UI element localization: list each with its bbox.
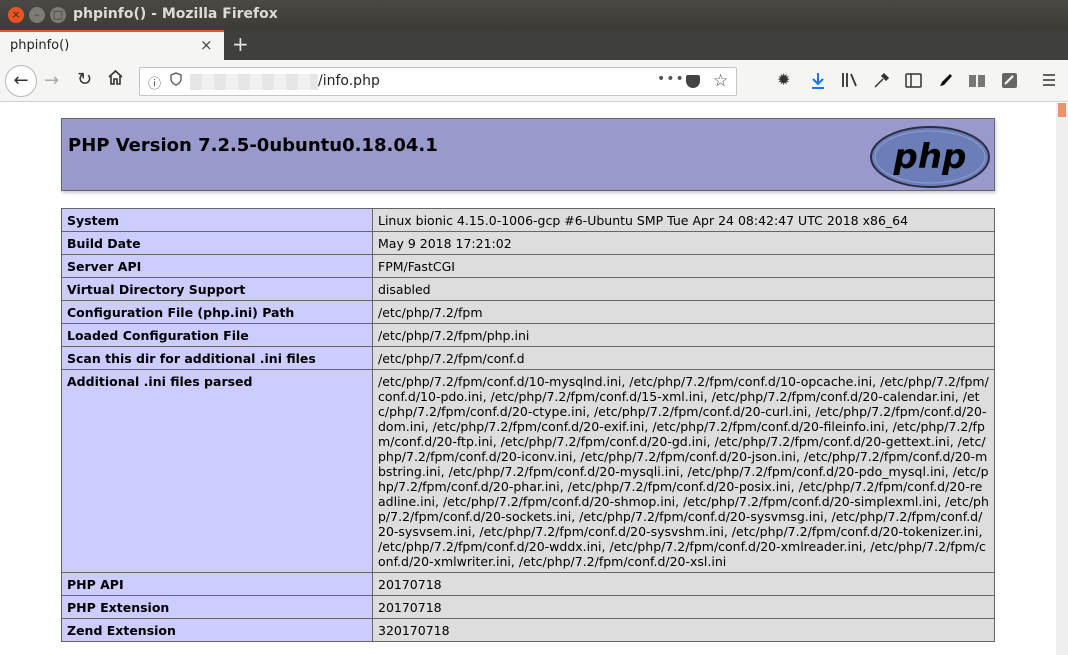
row-key: Zend Extension: [61, 618, 373, 642]
back-arrow-icon: ←: [13, 70, 29, 91]
sidebar-icon[interactable]: [905, 73, 922, 88]
vertical-scrollbar[interactable]: [1056, 103, 1068, 655]
new-tab-button[interactable]: +: [232, 32, 249, 56]
table-row: Additional .ini files parsed/etc/php/7.2…: [61, 369, 995, 573]
row-key: Virtual Directory Support: [61, 277, 373, 301]
table-row: Virtual Directory Support disabled: [61, 277, 995, 301]
table-row: Server API FPM/FastCGI: [61, 254, 995, 278]
row-key: System: [61, 208, 373, 232]
eyedropper-icon[interactable]: [873, 72, 890, 89]
row-key: Additional .ini files parsed: [61, 369, 373, 573]
row-key: Configuration File (php.ini) Path: [61, 300, 373, 324]
reload-icon: ↻: [77, 69, 93, 90]
screenshot-extension-icon[interactable]: [1001, 72, 1018, 89]
page-content: PHP Version 7.2.5-0ubuntu0.18.04.1 php S…: [0, 103, 1056, 655]
downloads-icon[interactable]: [810, 72, 826, 90]
forward-button[interactable]: →: [44, 70, 59, 91]
row-value: 20170718: [372, 595, 995, 619]
row-value: 20170718: [372, 572, 995, 596]
tab-phpinfo[interactable]: phpinfo() ×: [0, 30, 224, 60]
info-table: System Linux bionic 4.15.0-1006-gcp #6-Ub…: [61, 208, 995, 642]
page-actions-menu-icon[interactable]: •••: [657, 71, 685, 87]
back-button[interactable]: ←: [5, 65, 37, 97]
row-value: /etc/php/7.2/fpm: [372, 300, 995, 324]
php-version-header: PHP Version 7.2.5-0ubuntu0.18.04.1 php: [61, 118, 995, 191]
window-title: phpinfo() - Mozilla Firefox: [73, 6, 278, 22]
forward-arrow-icon: →: [44, 70, 60, 91]
table-row: PHP API 20170718: [61, 572, 995, 596]
home-button[interactable]: [107, 69, 124, 91]
row-value: /etc/php/7.2/fpm/conf.d: [372, 346, 995, 370]
row-key: Build Date: [61, 231, 373, 255]
row-key: PHP Extension: [61, 595, 373, 619]
row-value: FPM/FastCGI: [372, 254, 995, 278]
row-key: Loaded Configuration File: [61, 323, 373, 347]
home-icon: [108, 69, 123, 85]
bookmark-star-icon[interactable]: ☆: [713, 71, 728, 91]
table-row: PHP Extension 20170718: [61, 595, 995, 619]
table-row: Zend Extension 320170718: [61, 618, 995, 642]
php-logo[interactable]: php: [869, 125, 991, 189]
php-logo-text: php: [893, 137, 967, 177]
row-value: May 9 2018 17:21:02: [372, 231, 995, 255]
gear-icon[interactable]: ✹: [777, 70, 790, 89]
tab-close-icon[interactable]: ×: [200, 36, 213, 54]
url-text[interactable]: /info.php: [318, 73, 380, 89]
table-row: System Linux bionic 4.15.0-1006-gcp #6-Ub…: [61, 208, 995, 232]
row-value: /etc/php/7.2/fpm/php.ini: [372, 323, 995, 347]
tracking-shield-icon[interactable]: [170, 72, 182, 86]
row-value: Linux bionic 4.15.0-1006-gcp #6-Ubuntu S…: [372, 208, 995, 232]
table-row: Loaded Configuration File/etc/php/7.2/fp…: [61, 323, 995, 347]
table-row: Configuration File (php.ini) Path/etc/ph…: [61, 300, 995, 324]
row-key: Server API: [61, 254, 373, 278]
table-row: Scan this dir for additional .ini files /…: [61, 346, 995, 370]
row-value: 320170718: [372, 618, 995, 642]
tab-label: phpinfo(): [10, 38, 70, 53]
window-close-button[interactable]: ×: [8, 7, 24, 23]
window-maximize-button[interactable]: □: [50, 7, 66, 23]
row-value: disabled: [372, 277, 995, 301]
window-minimize-button[interactable]: –: [29, 7, 45, 23]
table-row: Build Date May 9 2018 17:21:02: [61, 231, 995, 255]
extension-brush-icon[interactable]: [937, 72, 954, 89]
url-bar[interactable]: ⓘ /info.php ••• ☆: [139, 67, 737, 96]
tab-strip: phpinfo() × +: [0, 30, 1068, 60]
row-key: PHP API: [61, 572, 373, 596]
pocket-icon[interactable]: [686, 75, 700, 88]
row-key: Scan this dir for additional .ini files: [61, 346, 373, 370]
window-titlebar: × – □ phpinfo() - Mozilla Firefox: [0, 0, 1068, 30]
reload-button[interactable]: ↻: [77, 69, 92, 90]
info-icon[interactable]: ⓘ: [148, 73, 161, 92]
row-value: /etc/php/7.2/fpm/conf.d/10-mysqlnd.ini, …: [372, 369, 995, 573]
scrollbar-thumb[interactable]: [1058, 103, 1066, 117]
php-version-title: PHP Version 7.2.5-0ubuntu0.18.04.1: [68, 135, 438, 156]
hamburger-menu-icon[interactable]: [1042, 73, 1056, 87]
library-icon[interactable]: [841, 72, 859, 88]
reader-extension-icon[interactable]: [968, 73, 986, 88]
url-redacted-host: [190, 74, 318, 90]
